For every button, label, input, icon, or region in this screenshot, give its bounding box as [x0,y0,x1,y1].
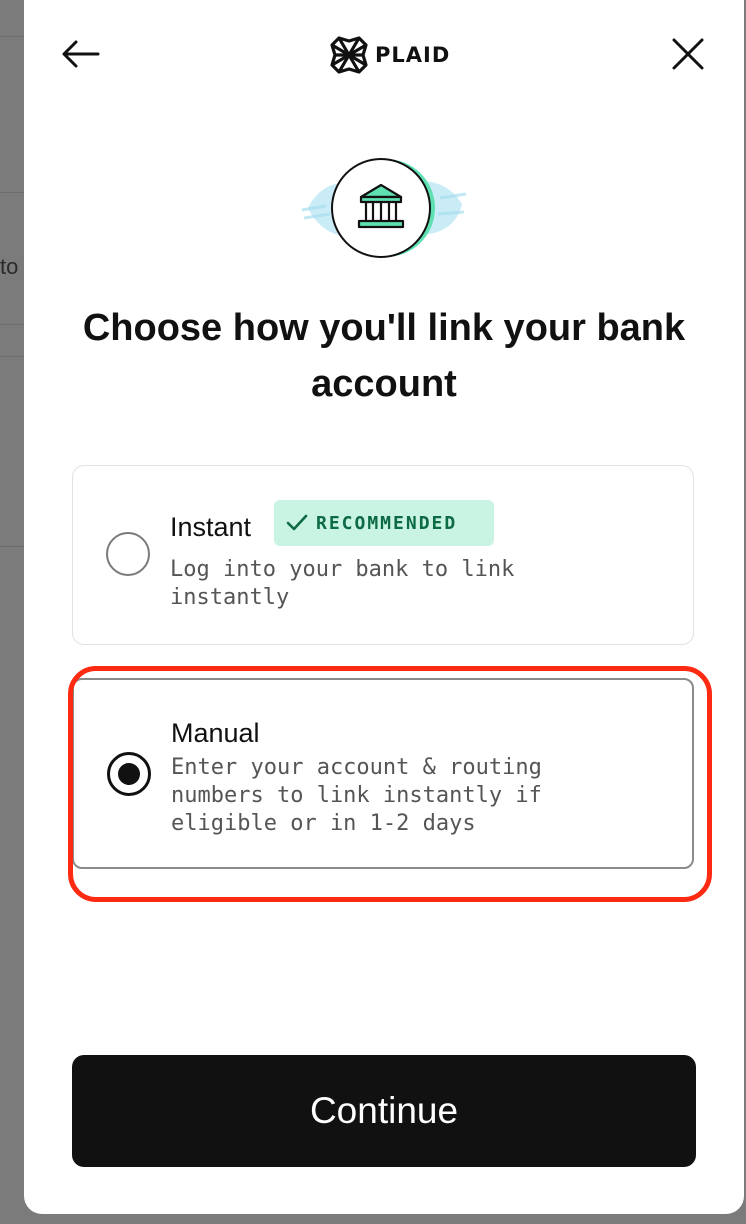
link-method-modal: PLAID Choose how you'll link your bank a… [24,0,744,1214]
instant-radio[interactable] [106,532,150,576]
arrow-left-icon [62,40,100,68]
backdrop-divider [0,546,24,547]
option-manual[interactable]: Manual Enter your account & routing numb… [72,678,694,869]
close-button[interactable] [660,26,716,82]
backdrop-divider [0,36,24,37]
close-icon [672,38,704,70]
continue-button[interactable]: Continue [72,1055,696,1167]
manual-radio[interactable] [107,752,151,796]
backdrop-divider [0,324,24,325]
plaid-logo-icon [330,36,368,74]
option-manual-description: Enter your account & routing numbers to … [171,755,556,836]
page-title: Choose how you'll link your bank account [82,307,686,405]
check-icon [286,514,308,531]
plaid-logo: PLAID [329,34,450,76]
option-instant-label: Instant [170,512,252,542]
continue-button-label: Continue [309,1090,459,1131]
option-manual-label: Manual [171,718,260,748]
backdrop-divider [0,192,24,193]
option-instant[interactable]: Instant RECOMMENDED Log into your bank t… [72,465,694,645]
manual-radio-dot [118,763,140,785]
backdrop-text: to [0,254,19,279]
back-button[interactable] [52,26,108,82]
logo-wordmark: PLAID [375,43,451,67]
backdrop-divider [0,356,24,357]
option-instant-description: Log into your bank to link instantly [170,557,528,610]
recommended-badge: RECOMMENDED [274,500,494,546]
bank-hero-illustration [301,158,467,258]
recommended-badge-label: RECOMMENDED [316,512,458,534]
